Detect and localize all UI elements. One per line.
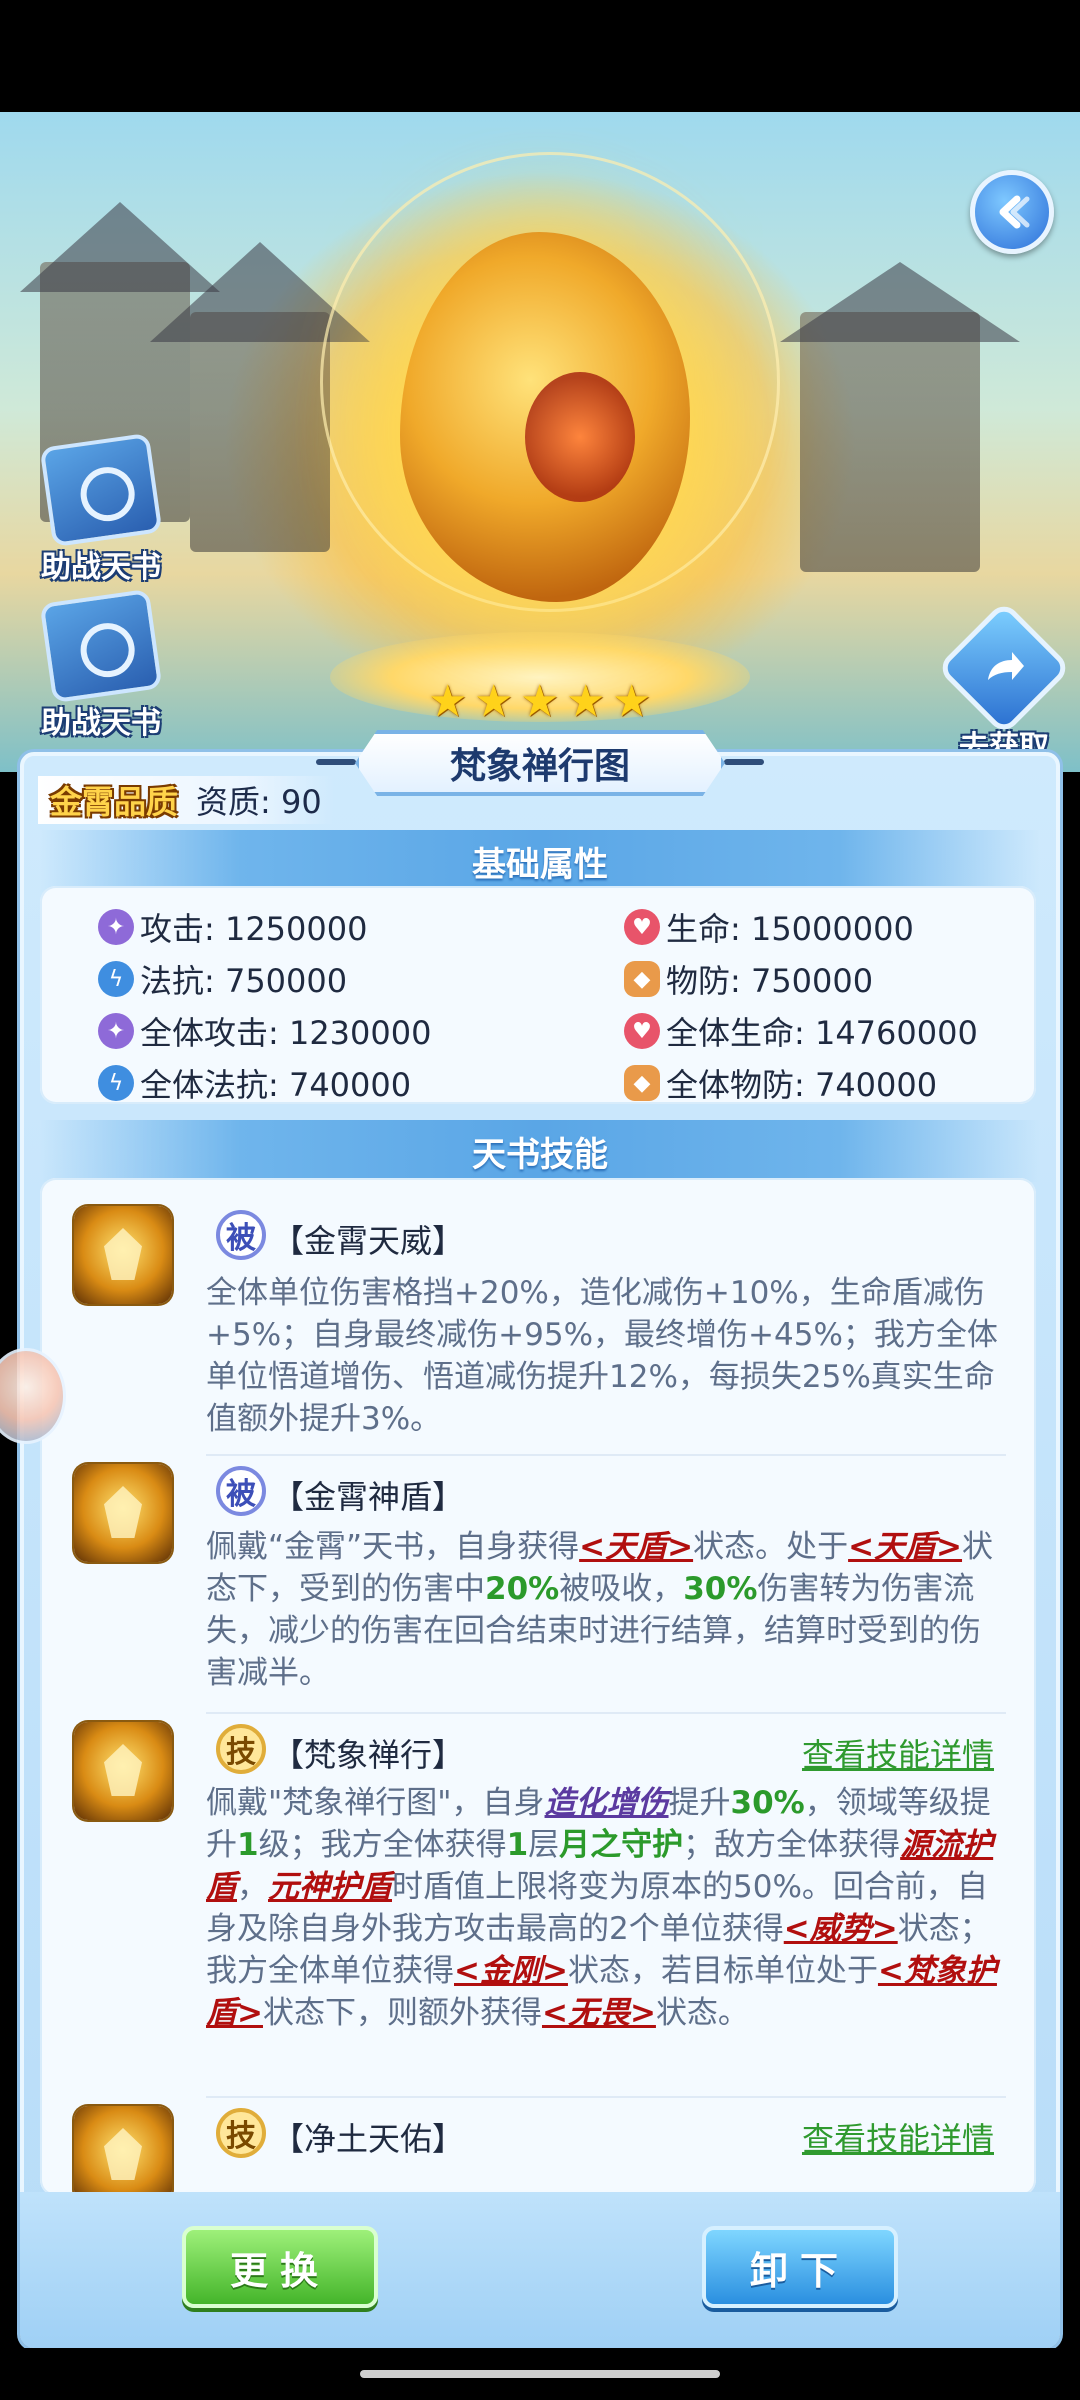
- life-icon: ♥: [624, 909, 660, 945]
- assist-book-slot-2[interactable]: 助战天书: [26, 588, 176, 742]
- star-icon: ★: [612, 676, 652, 727]
- divider: [206, 1454, 1006, 1456]
- base-attributes-header: 基础属性: [40, 830, 1040, 892]
- view-skill-details-link[interactable]: 查看技能详情: [802, 2114, 994, 2160]
- book-icon: [39, 588, 163, 704]
- skill-icon: [74, 1464, 172, 1562]
- attr-text: 全体生命: 14760000: [666, 1014, 978, 1052]
- treasure-core: [525, 372, 635, 502]
- assist-book-label: 助战天书: [41, 550, 161, 585]
- skill-description: 佩戴“金霄”天书，自身获得<天盾>状态。处于<天盾>状态下，受到的伤害中20%被…: [206, 1529, 994, 1691]
- attributes-box: ✦ 攻击: 1250000 ♥ 生命: 15000000 ϟ 法抗: 75000…: [40, 886, 1036, 1104]
- skill-description: 佩戴"梵象禅行图"，自身造化增伤提升30%，领域等级提升1级；我方全体获得1层月…: [206, 1785, 997, 2031]
- back-arrow-icon: [999, 195, 1030, 229]
- attr-life: ♥ 生命: 15000000: [624, 904, 914, 950]
- back-button[interactable]: [970, 170, 1054, 254]
- attr-text: 全体法抗: 740000: [140, 1066, 412, 1104]
- attack-icon: ✦: [98, 1013, 134, 1049]
- attr-all-physical-defense: ◆ 全体物防: 740000: [624, 1060, 937, 1106]
- background-building: [800, 312, 980, 572]
- attr-all-magic-resist: ϟ 全体法抗: 740000: [98, 1060, 411, 1106]
- magic-resist-icon: ϟ: [98, 961, 134, 997]
- skill-description: 全体单位伤害格挡+20%，造化减伤+10%，生命盾减伤+5%；自身最终减伤+95…: [206, 1275, 998, 1437]
- divider: [206, 1712, 1006, 1714]
- status-bar-area: [0, 0, 1080, 112]
- attr-text: 全体攻击: 1230000: [140, 1014, 432, 1052]
- background-roof: [780, 262, 1020, 342]
- book-icon: [39, 432, 163, 548]
- action-footer: [20, 2192, 1060, 2348]
- attr-magic-resist: ϟ 法抗: 750000: [98, 956, 347, 1002]
- change-button[interactable]: 更换: [182, 2226, 378, 2308]
- skill-icon: [74, 1206, 172, 1304]
- share-arrow-icon: [936, 600, 1072, 736]
- star-icon: ★: [566, 676, 606, 727]
- attr-text: 物防: 750000: [666, 962, 874, 1000]
- divider: [206, 2096, 1006, 2098]
- star-icon: ★: [520, 676, 560, 727]
- assist-book-label: 助战天书: [41, 706, 161, 741]
- section-title: 天书技能: [472, 1134, 608, 1175]
- skill-icon: [74, 1722, 172, 1820]
- skills-header: 天书技能: [40, 1120, 1040, 1182]
- attr-text: 法抗: 750000: [140, 962, 348, 1000]
- book-title: 梵象禅行图: [449, 746, 630, 787]
- passive-badge: 被: [216, 1210, 266, 1260]
- section-title: 基础属性: [472, 844, 608, 885]
- title-ornament: [316, 759, 356, 765]
- skill-name: 【金霄神盾】: [272, 1478, 465, 1516]
- assist-book-slot-1[interactable]: 助战天书: [26, 432, 176, 586]
- skill-icon: [74, 2106, 172, 2196]
- title-ornament: [724, 759, 764, 765]
- star-icon: ★: [428, 676, 468, 727]
- quality-row: 金霄品质 资质: 90: [38, 776, 334, 824]
- background-building: [190, 312, 330, 552]
- unload-button[interactable]: 卸下: [702, 2226, 898, 2308]
- view-skill-details-link[interactable]: 查看技能详情: [802, 1730, 994, 1776]
- quality-badge: 金霄品质: [50, 783, 179, 821]
- magic-resist-icon: ϟ: [98, 1065, 134, 1101]
- passive-badge: 被: [216, 1466, 266, 1516]
- attr-text: 攻击: 1250000: [140, 910, 368, 948]
- physical-defense-icon: ◆: [624, 961, 660, 997]
- star-icon: ★: [474, 676, 514, 727]
- physical-defense-icon: ◆: [624, 1065, 660, 1101]
- life-icon: ♥: [624, 1013, 660, 1049]
- home-indicator[interactable]: [360, 2370, 720, 2378]
- attr-all-attack: ✦ 全体攻击: 1230000: [98, 1008, 431, 1054]
- aptitude-value: 资质: 90: [196, 783, 322, 821]
- book-title-plate: 梵象禅行图: [355, 730, 725, 796]
- skill-name: 【梵象禅行】: [272, 1736, 465, 1774]
- skill-name: 【金霄天威】: [272, 1222, 465, 1260]
- attr-text: 生命: 15000000: [666, 910, 914, 948]
- active-badge: 技: [216, 2108, 266, 2158]
- attr-text: 全体物防: 740000: [666, 1066, 938, 1104]
- attr-attack: ✦ 攻击: 1250000: [98, 904, 367, 950]
- attr-physical-defense: ◆ 物防: 750000: [624, 956, 873, 1002]
- active-badge: 技: [216, 1724, 266, 1774]
- skill-name: 【净土天佑】: [272, 2120, 465, 2158]
- attr-all-life: ♥ 全体生命: 14760000: [624, 1008, 978, 1054]
- attack-icon: ✦: [98, 909, 134, 945]
- skills-list[interactable]: 被 【金霄天威】 全体单位伤害格挡+20%，造化减伤+10%，生命盾减伤+5%；…: [40, 1178, 1036, 2196]
- background-roof: [20, 202, 220, 292]
- obtain-button[interactable]: 去获取: [936, 600, 1072, 766]
- star-rating: ★ ★ ★ ★ ★: [428, 680, 656, 724]
